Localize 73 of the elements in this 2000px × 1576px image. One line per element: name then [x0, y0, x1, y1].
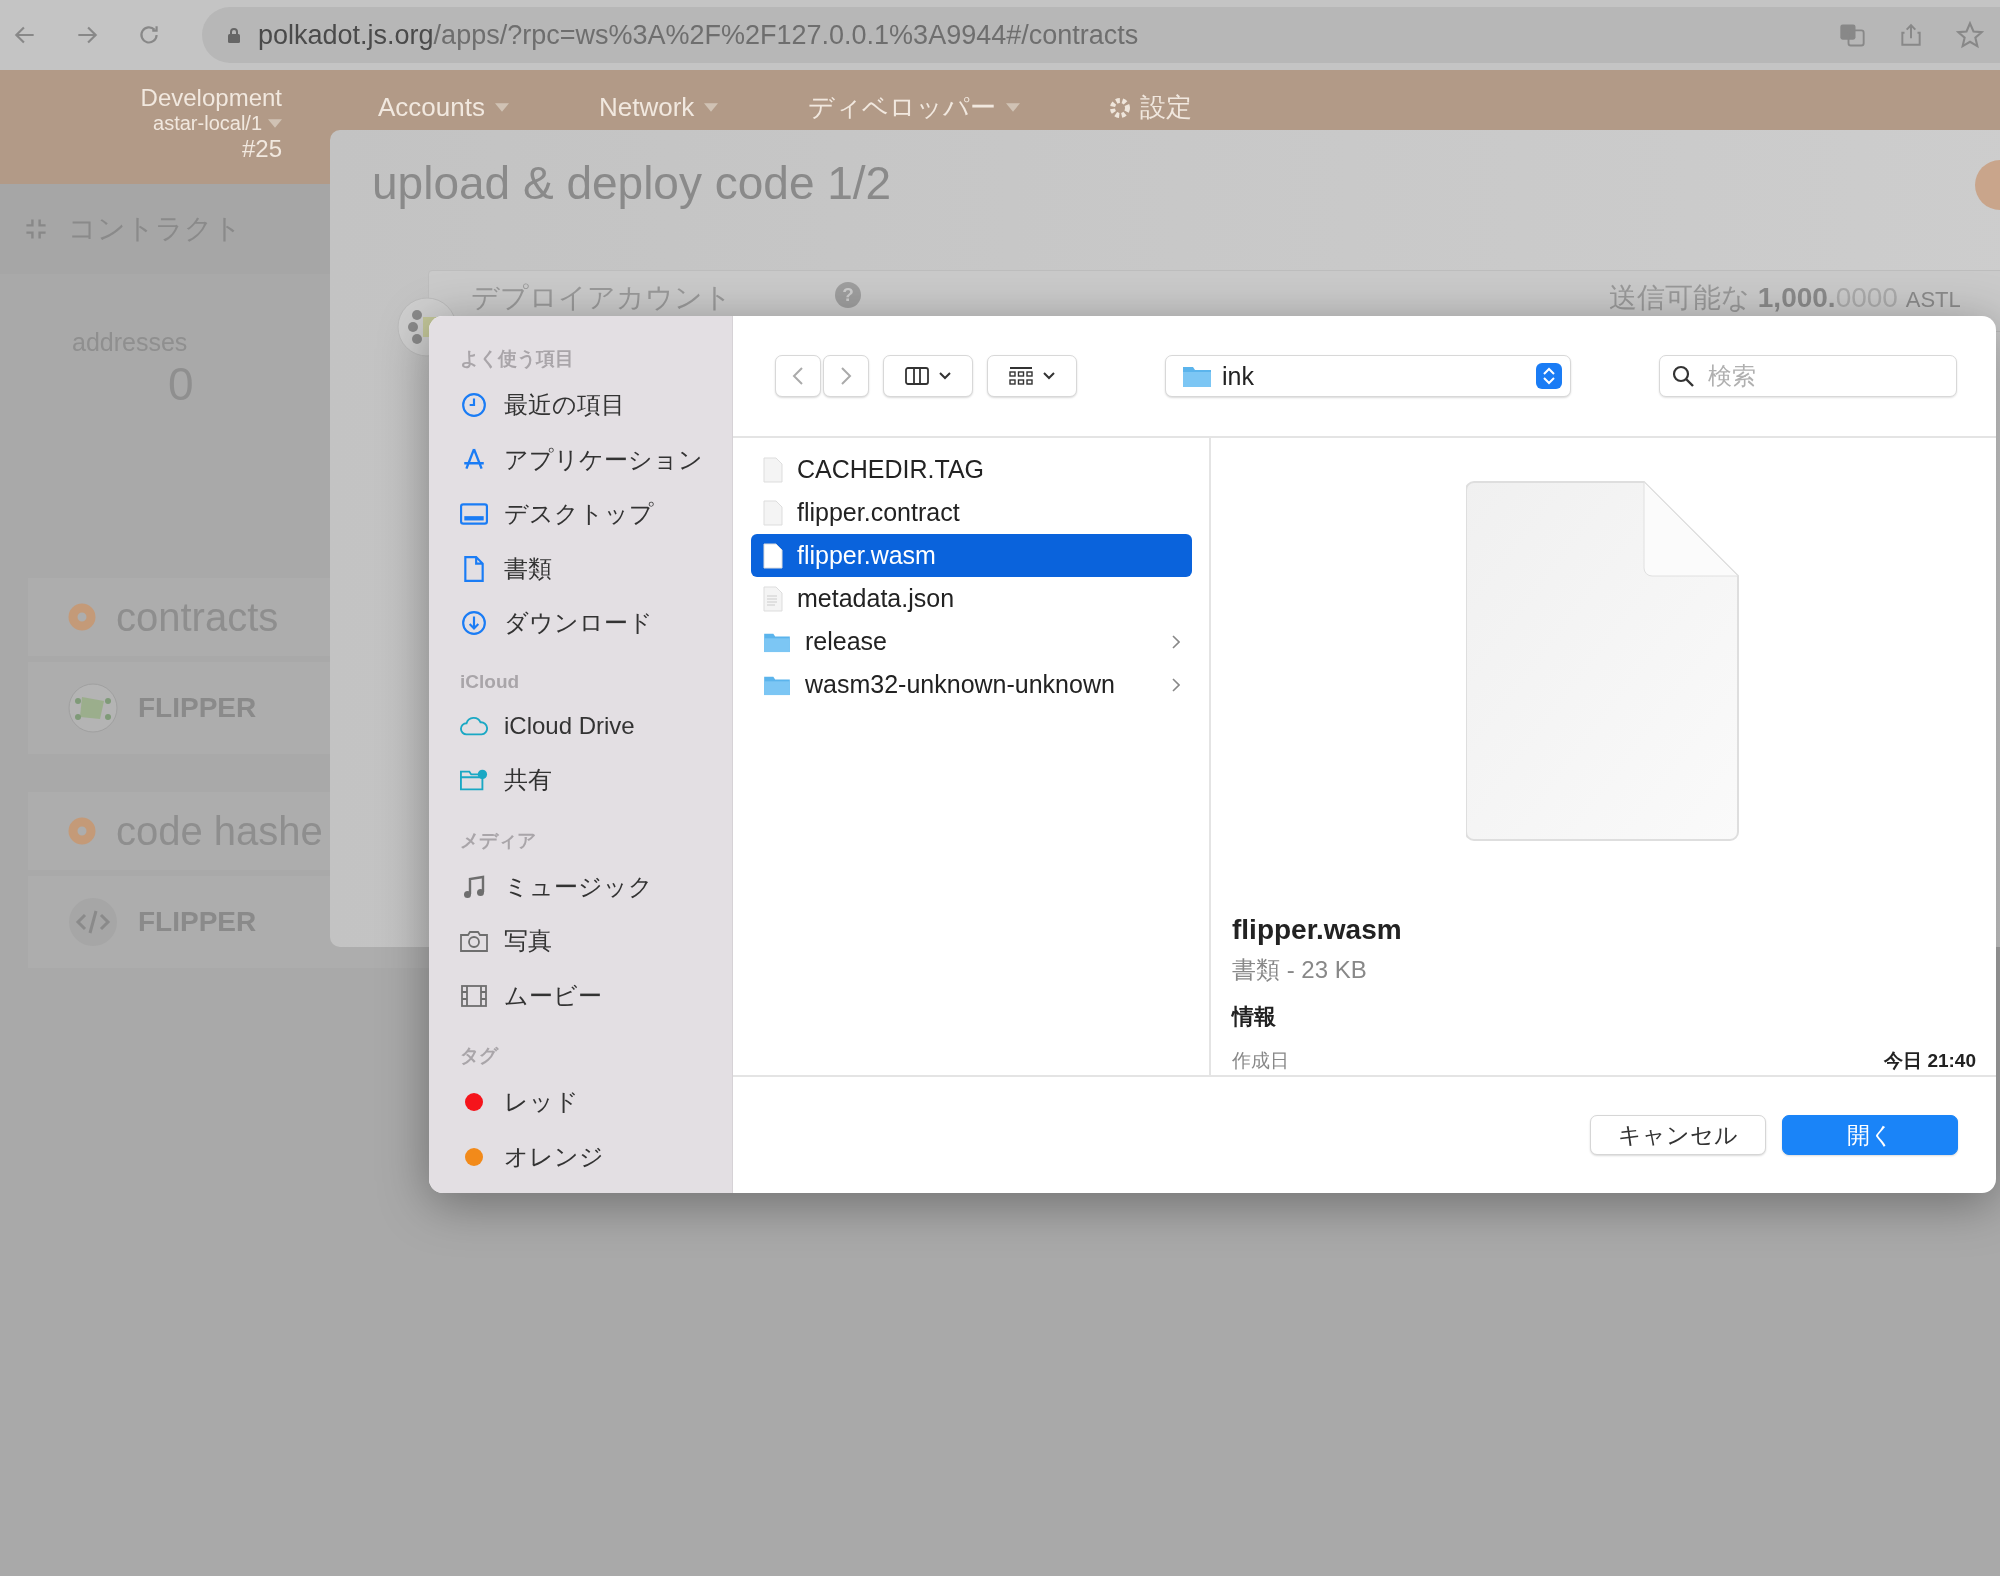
- file-row[interactable]: CACHEDIR.TAG: [751, 448, 1192, 491]
- preview-meta: 書類 - 23 KB: [1232, 955, 1368, 985]
- file-row[interactable]: wasm32-unknown-unknown: [751, 663, 1192, 706]
- caret-icon: [494, 103, 509, 112]
- sidebar-item[interactable]: ムービー: [460, 968, 732, 1023]
- camera-icon: [460, 930, 488, 953]
- sidebar-item[interactable]: レッド: [460, 1075, 732, 1130]
- caret-icon: [704, 103, 719, 112]
- caret-icon: [268, 119, 282, 128]
- chevron-left-icon: [792, 366, 804, 386]
- created-value: 今日 21:40: [1884, 1049, 1976, 1073]
- preview-filename: flipper.wasm: [1232, 914, 1403, 946]
- sidebar-item[interactable]: オレンジ: [460, 1129, 732, 1184]
- chevron-right-icon: [1172, 634, 1180, 649]
- clock-icon: [460, 392, 488, 419]
- view-mode-button[interactable]: [883, 355, 973, 397]
- url-text: polkadot.js.org/apps/?rpc=ws%3A%2F%2F127.0.0.1%3A9944#/contracts: [258, 19, 1140, 51]
- caret-icon: [1043, 372, 1055, 380]
- location-popup[interactable]: ink: [1165, 355, 1571, 397]
- created-label: 作成日: [1232, 1049, 1289, 1073]
- info-heading: 情報: [1232, 1003, 1277, 1031]
- ring-icon: [68, 603, 96, 631]
- file-icon: [763, 456, 783, 483]
- columns-icon: [905, 367, 929, 385]
- group-button[interactable]: [987, 355, 1077, 397]
- chevron-right-icon: [840, 366, 852, 386]
- file-icon: [763, 585, 783, 612]
- sidebar-item[interactable]: 共有: [460, 753, 732, 808]
- sidebar-heading: よく使う項目: [460, 347, 575, 371]
- file-icon: [763, 499, 783, 526]
- grid-icon: [1009, 366, 1033, 386]
- gear-icon: [1110, 97, 1131, 118]
- cancel-button[interactable]: キャンセル: [1590, 1115, 1766, 1155]
- lock-icon: [226, 26, 242, 44]
- caret-icon: [939, 372, 951, 380]
- file-icon: [763, 542, 783, 569]
- file-row[interactable]: metadata.json: [751, 577, 1192, 620]
- block-number: #25: [241, 135, 282, 163]
- sidebar-item[interactable]: アプリケーション: [460, 432, 732, 487]
- download-icon: [460, 610, 488, 637]
- shared-folder-icon: [460, 768, 488, 793]
- desktop-icon: [460, 502, 488, 527]
- caret-icon: [1006, 103, 1021, 112]
- folder-icon: [1182, 364, 1212, 388]
- sidebar-item[interactable]: ダウンロード: [460, 596, 732, 651]
- search-icon: [1671, 364, 1695, 388]
- sidebar-item[interactable]: 最近の項目: [460, 378, 732, 433]
- open-button[interactable]: 開く: [1782, 1115, 1958, 1155]
- file-row[interactable]: release: [751, 620, 1192, 663]
- file-row[interactable]: flipper.wasm: [751, 534, 1192, 577]
- sidebar-item[interactable]: デスクトップ: [460, 487, 732, 542]
- share-icon[interactable]: [1898, 21, 1924, 49]
- code-icon: [68, 897, 118, 947]
- file-row[interactable]: flipper.contract: [751, 491, 1192, 534]
- address-bar[interactable]: polkadot.js.org/apps/?rpc=ws%3A%2F%2F127.0.0.1%3A9944#/contracts: [202, 7, 2000, 63]
- ring-icon: [68, 817, 96, 845]
- collapse-icon: [24, 217, 48, 241]
- sidebar-heading: タグ: [460, 1044, 500, 1068]
- search-field[interactable]: 検索: [1659, 355, 1957, 397]
- film-icon: [460, 984, 488, 1007]
- cloud-icon: [460, 715, 488, 736]
- sidebar-heading: iCloud: [460, 670, 521, 693]
- sidebar-item[interactable]: 書類: [460, 541, 732, 596]
- document-preview-icon: [1466, 478, 1742, 844]
- forward-button[interactable]: [823, 355, 869, 397]
- sidebar-heading: メディア: [460, 828, 537, 853]
- chain-name: Development: [140, 84, 282, 112]
- stepper-icon: [1536, 363, 1562, 389]
- star-icon[interactable]: [1956, 21, 1984, 49]
- chevron-right-icon: [1172, 677, 1180, 692]
- back-button[interactable]: [775, 355, 821, 397]
- identicon-icon: [68, 683, 118, 733]
- modal-title: upload & deploy code 1/2: [372, 156, 892, 210]
